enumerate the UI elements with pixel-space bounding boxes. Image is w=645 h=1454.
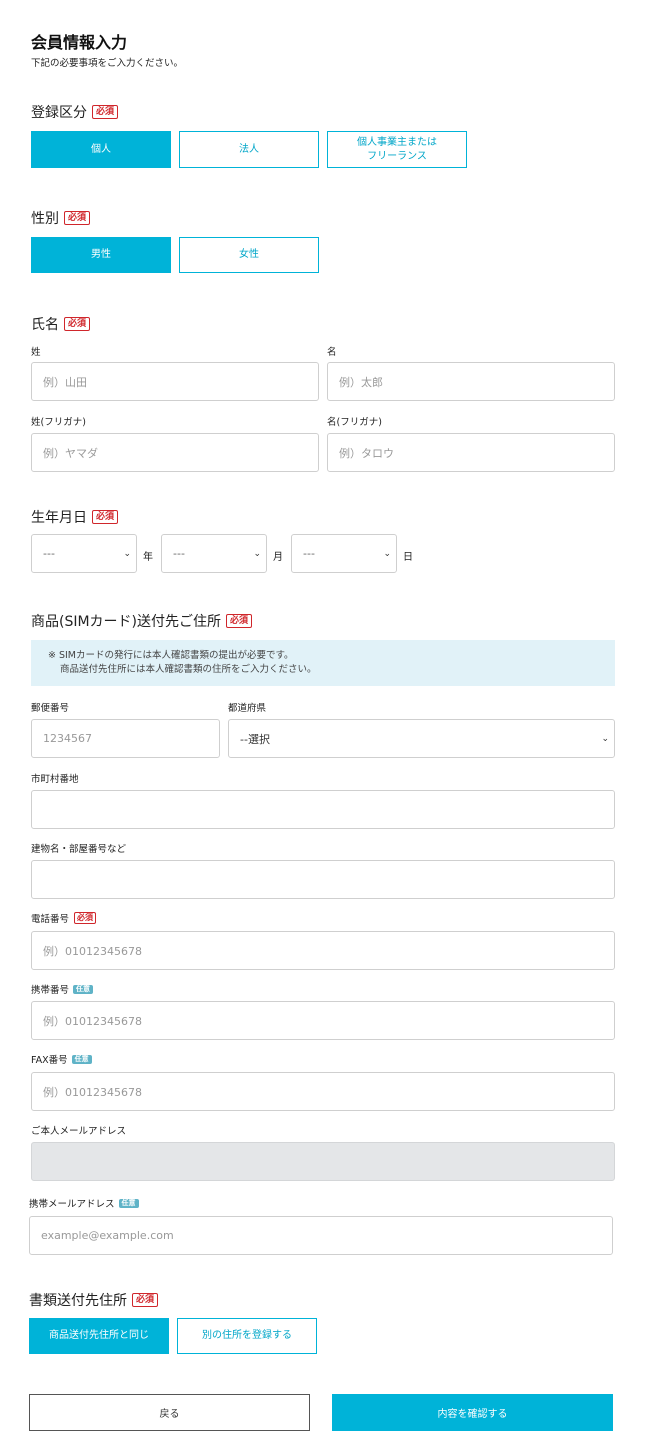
fax-input[interactable]: 例）01012345678 — [31, 1072, 615, 1111]
registration-freelance-label-line1: 個人事業主または — [357, 136, 437, 148]
documents-same-address-label: 商品送付先住所と同じ — [49, 1330, 149, 1341]
building-input[interactable] — [31, 860, 615, 899]
registration-freelance-label-line2: フリーランス — [367, 150, 427, 162]
required-badge: 必須 — [226, 614, 253, 628]
documents-section-label: 書類送付先住所 必須 — [29, 1290, 159, 1310]
phone-input[interactable]: 例）01012345678 — [31, 931, 615, 970]
mobile-email-input[interactable]: example@example.com — [29, 1216, 613, 1255]
notice-line-2: 商品送付先住所には本人確認書類の住所をご入力ください。 — [60, 664, 317, 675]
postal-code-label: 郵便番号 — [31, 703, 70, 714]
phone-placeholder: 例）01012345678 — [43, 944, 142, 958]
chevron-down-icon: ⌄ — [601, 733, 609, 744]
confirm-button[interactable]: 内容を確認する — [332, 1394, 613, 1431]
documents-label: 書類送付先住所 — [29, 1293, 127, 1309]
chevron-down-icon: ⌄ — [383, 548, 391, 559]
sim-notice: ※ SIMカードの発行には本人確認書類の提出が必要です。 商品送付先住所には本人… — [31, 640, 615, 686]
prefecture-select[interactable]: --選択 ⌄ — [228, 719, 615, 758]
last-name-placeholder: 例）山田 — [43, 375, 87, 389]
last-name-kana-label: 姓(フリガナ) — [31, 417, 86, 428]
birth-year-select[interactable]: --- ⌄ — [31, 534, 137, 573]
gender-label: 性別 — [31, 211, 59, 227]
first-name-input[interactable]: 例）太郎 — [327, 362, 615, 401]
birth-day-select[interactable]: --- ⌄ — [291, 534, 397, 573]
email-input — [31, 1142, 615, 1181]
last-name-input[interactable]: 例）山田 — [31, 362, 319, 401]
birth-month-value: --- — [173, 547, 185, 560]
optional-badge: 任意 — [73, 984, 94, 994]
year-unit: 年 — [143, 552, 153, 563]
registration-corporate-label: 法人 — [239, 143, 259, 155]
notice-line-1: ※ SIMカードの発行には本人確認書類の提出が必要です。 — [48, 650, 294, 661]
registration-individual-label: 個人 — [91, 143, 111, 155]
gender-male-label: 男性 — [91, 249, 111, 260]
fax-placeholder: 例）01012345678 — [43, 1085, 142, 1099]
address-label: 商品(SIMカード)送付先ご住所 — [31, 614, 222, 630]
gender-female-label: 女性 — [239, 249, 259, 260]
last-name-kana-placeholder: 例）ヤマダ — [43, 446, 98, 460]
birthdate-label: 生年月日 — [31, 510, 87, 526]
city-label: 市町村番地 — [31, 774, 79, 785]
back-button[interactable]: 戻る — [29, 1394, 310, 1431]
confirm-button-label: 内容を確認する — [437, 1409, 508, 1420]
day-unit: 日 — [403, 552, 413, 563]
first-name-kana-input[interactable]: 例）タロウ — [327, 433, 615, 472]
first-name-placeholder: 例）太郎 — [339, 375, 383, 389]
required-badge: 必須 — [132, 1293, 159, 1307]
name-label: 氏名 — [31, 317, 59, 333]
phone-label: 電話番号 — [31, 914, 70, 925]
mobile-label-row: 携帯番号 任意 — [31, 982, 94, 996]
page-title: 会員情報入力 — [31, 33, 128, 52]
chevron-down-icon: ⌄ — [123, 548, 131, 559]
fax-label: FAX番号 — [31, 1055, 68, 1066]
required-badge: 必須 — [64, 211, 91, 225]
address-section-label: 商品(SIMカード)送付先ご住所 必須 — [31, 611, 253, 631]
last-name-label: 姓 — [31, 347, 41, 358]
birth-year-value: --- — [43, 547, 55, 560]
page-subtitle: 下記の必要事項をご入力ください。 — [31, 58, 184, 69]
required-badge: 必須 — [92, 105, 119, 119]
optional-badge: 任意 — [118, 1198, 139, 1208]
birth-day-value: --- — [303, 547, 315, 560]
optional-badge: 任意 — [71, 1054, 92, 1064]
postal-code-input[interactable]: 1234567 — [31, 719, 220, 758]
registration-corporate-button[interactable]: 法人 — [179, 131, 319, 168]
back-button-label: 戻る — [159, 1409, 180, 1420]
mobile-placeholder: 例）01012345678 — [43, 1014, 142, 1028]
mobile-email-label-row: 携帯メールアドレス 任意 — [29, 1196, 139, 1210]
registration-label: 登録区分 — [31, 105, 87, 121]
documents-same-address-button[interactable]: 商品送付先住所と同じ — [29, 1318, 169, 1354]
first-name-kana-label: 名(フリガナ) — [327, 417, 382, 428]
phone-label-row: 電話番号 必須 — [31, 911, 97, 925]
registration-section-label: 登録区分 必須 — [31, 102, 119, 122]
mobile-label: 携帯番号 — [31, 985, 70, 996]
building-label: 建物名・部屋番号など — [31, 844, 127, 855]
prefecture-value: --選択 — [240, 732, 270, 746]
gender-section-label: 性別 必須 — [31, 208, 91, 228]
name-section-label: 氏名 必須 — [31, 314, 91, 334]
mobile-email-placeholder: example@example.com — [41, 1229, 174, 1242]
gender-male-button[interactable]: 男性 — [31, 237, 171, 273]
mobile-input[interactable]: 例）01012345678 — [31, 1001, 615, 1040]
mobile-email-label: 携帯メールアドレス — [29, 1199, 115, 1210]
month-unit: 月 — [273, 552, 283, 563]
gender-female-button[interactable]: 女性 — [179, 237, 319, 273]
birth-month-select[interactable]: --- ⌄ — [161, 534, 267, 573]
last-name-kana-input[interactable]: 例）ヤマダ — [31, 433, 319, 472]
first-name-kana-placeholder: 例）タロウ — [339, 446, 394, 460]
city-input[interactable] — [31, 790, 615, 829]
email-label: ご本人メールアドレス — [31, 1126, 127, 1137]
prefecture-label: 都道府県 — [228, 703, 267, 714]
postal-code-placeholder: 1234567 — [43, 732, 92, 745]
birthdate-section-label: 生年月日 必須 — [31, 507, 119, 527]
first-name-label: 名 — [327, 347, 337, 358]
chevron-down-icon: ⌄ — [253, 548, 261, 559]
registration-freelance-button[interactable]: 個人事業主または フリーランス — [327, 131, 467, 168]
registration-individual-button[interactable]: 個人 — [31, 131, 171, 168]
required-badge: 必須 — [74, 912, 97, 924]
fax-label-row: FAX番号 任意 — [31, 1052, 92, 1066]
documents-other-address-label: 別の住所を登録する — [202, 1330, 292, 1341]
required-badge: 必須 — [64, 317, 91, 331]
required-badge: 必須 — [92, 510, 119, 524]
documents-other-address-button[interactable]: 別の住所を登録する — [177, 1318, 317, 1354]
